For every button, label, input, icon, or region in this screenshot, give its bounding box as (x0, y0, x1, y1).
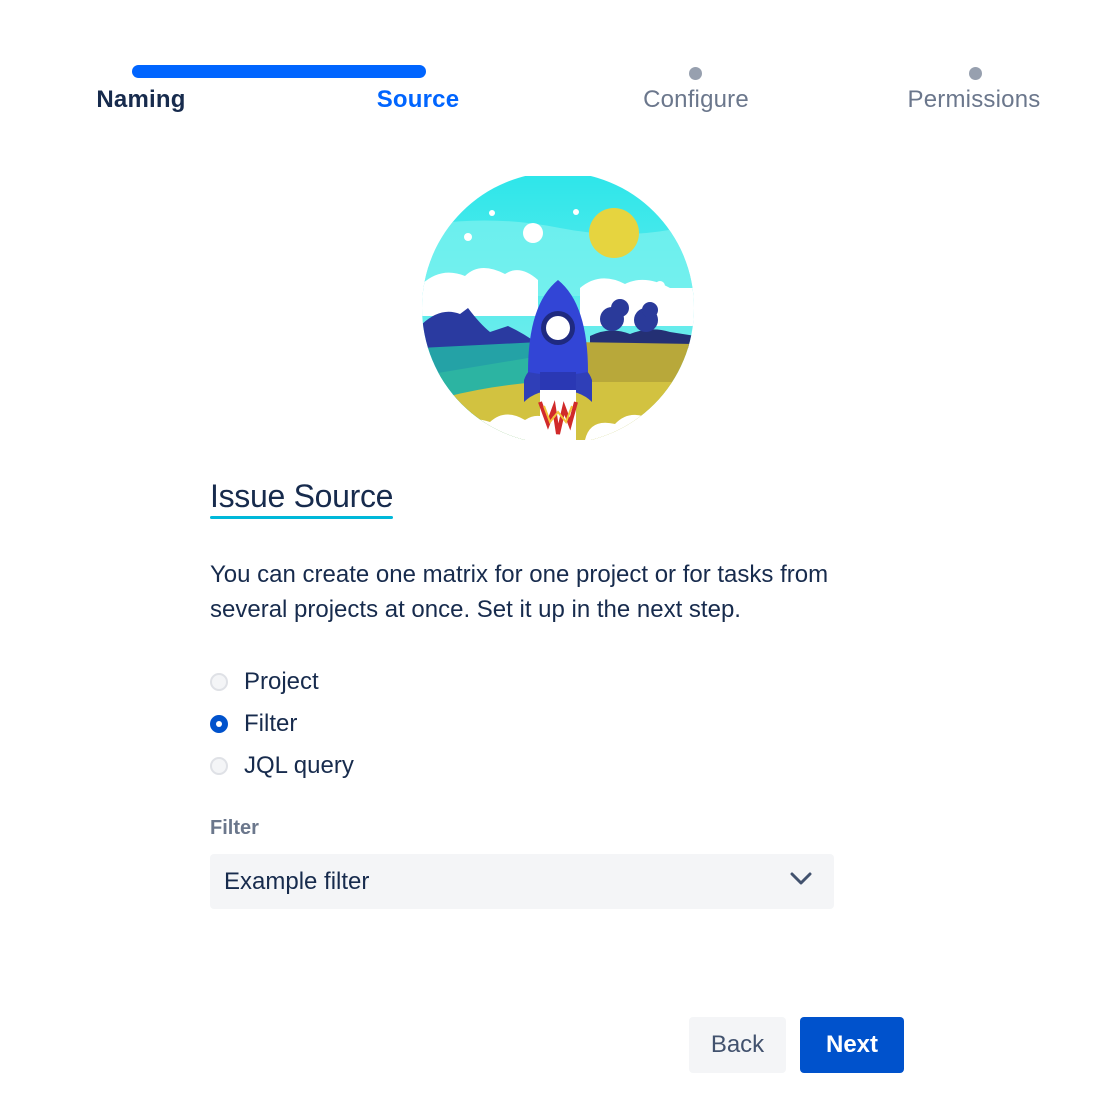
step-permissions: Permissions (907, 86, 1041, 113)
radio-label-project: Project (244, 668, 319, 695)
radio-option-jql[interactable]: JQL query (210, 745, 910, 787)
radio-project[interactable] (210, 673, 228, 691)
step-configure: Configure (643, 86, 749, 113)
wizard-stepper: Naming Source Configure Permissions (0, 0, 1112, 130)
filter-field-label: Filter (210, 817, 259, 839)
rocket-launch-illustration (420, 176, 696, 440)
title-underline (210, 516, 394, 519)
step-dot-permissions (969, 67, 982, 80)
radio-option-filter[interactable]: Filter (210, 703, 910, 745)
step-dot-configure (689, 67, 702, 80)
section-description: You can create one matrix for one projec… (210, 561, 829, 623)
section-title: Issue Source (210, 478, 393, 519)
radio-jql[interactable] (210, 757, 228, 775)
back-button[interactable]: Back (689, 1017, 786, 1073)
step-naming[interactable]: Naming (96, 86, 185, 114)
radio-filter[interactable] (210, 715, 228, 733)
issue-source-section: Issue Source You can create one matrix f… (210, 478, 910, 909)
filter-select[interactable]: Example filter (210, 854, 834, 909)
progress-track (132, 65, 426, 78)
radio-label-jql: JQL query (244, 752, 354, 779)
step-source[interactable]: Source (377, 86, 460, 114)
radio-option-project[interactable]: Project (210, 661, 910, 703)
chevron-down-icon (790, 872, 812, 891)
next-button[interactable]: Next (800, 1017, 904, 1073)
filter-select-value: Example filter (224, 867, 370, 895)
source-radio-group: Project Filter JQL query (210, 661, 910, 787)
radio-label-filter: Filter (244, 710, 298, 737)
